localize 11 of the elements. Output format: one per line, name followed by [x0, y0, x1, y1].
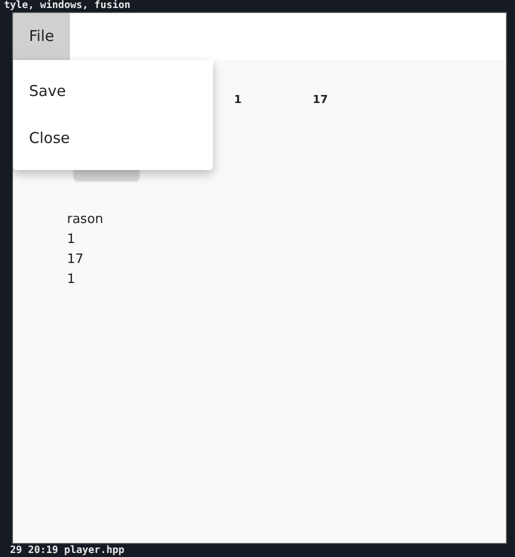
menu-item[interactable]: Close	[13, 115, 213, 162]
value-text: 1	[234, 93, 242, 107]
value-text: rason	[67, 211, 104, 229]
menu-item[interactable]: Save	[13, 68, 213, 115]
terminal-text: tyle, windows, fusion	[3, 0, 132, 12]
terminal-text: 29 20:19 player.hpp	[9, 545, 126, 557]
value-text: 1	[67, 271, 76, 289]
value-text: 17	[312, 93, 328, 107]
value-text: 1	[67, 231, 76, 249]
value-text: 17	[67, 251, 85, 269]
menu-item[interactable]: File	[13, 13, 70, 60]
